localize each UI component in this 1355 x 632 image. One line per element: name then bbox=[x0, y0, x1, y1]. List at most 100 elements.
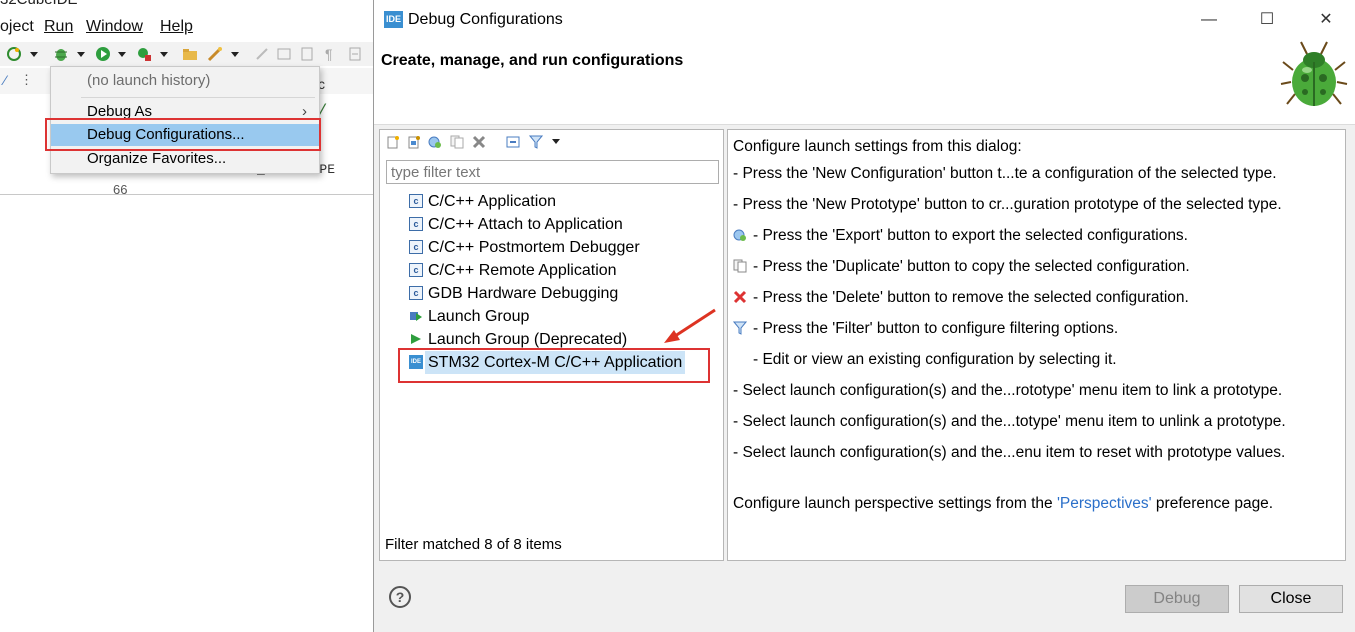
external-tools-dropdown-icon[interactable] bbox=[160, 52, 168, 57]
run-dropdown-icon[interactable] bbox=[118, 52, 126, 57]
close-button[interactable]: Close bbox=[1239, 585, 1343, 613]
refresh-icon[interactable] bbox=[6, 46, 22, 62]
menu-bar: oject Run Window Help bbox=[0, 16, 373, 40]
help-text: - Press the 'Export' button to export th… bbox=[753, 227, 1188, 244]
menu-separator bbox=[81, 97, 315, 98]
tree-item-label: C/C++ Application bbox=[428, 193, 557, 210]
debug-button[interactable]: Debug bbox=[1125, 585, 1229, 613]
help-line: - Edit or view an existing configuration… bbox=[753, 351, 1117, 368]
navigate-icon[interactable] bbox=[347, 46, 363, 62]
menu-item-organize-favorites[interactable]: Organize Favorites... bbox=[51, 148, 319, 170]
collapse-all-icon[interactable] bbox=[506, 135, 520, 149]
link-icon[interactable]: ⁄ bbox=[4, 72, 6, 88]
run-icon[interactable] bbox=[95, 46, 111, 62]
play-icon bbox=[411, 334, 421, 344]
dialog-header: Create, manage, and run configurations bbox=[374, 40, 1355, 125]
tree-item-cpp-application[interactable]: c C/C++ Application bbox=[406, 190, 716, 213]
help-text: Configure launch perspective settings fr… bbox=[733, 495, 1057, 512]
tree-item-label: Launch Group (Deprecated) bbox=[428, 331, 628, 348]
help-line: - Select launch configuration(s) and the… bbox=[733, 444, 1286, 461]
c-file-icon: c bbox=[409, 286, 423, 300]
help-intro: Configure launch settings from this dial… bbox=[733, 138, 1022, 155]
bug-icon[interactable] bbox=[53, 46, 69, 62]
help-line-duplicate: - Press the 'Duplicate' button to copy t… bbox=[733, 258, 1190, 276]
help-pane: Configure launch settings from this dial… bbox=[727, 129, 1346, 561]
help-text: - Press the 'Duplicate' button to copy t… bbox=[753, 258, 1190, 275]
launch-group-icon bbox=[410, 312, 422, 321]
help-text: preference page. bbox=[1151, 495, 1274, 512]
filter-dropdown-icon[interactable] bbox=[552, 139, 560, 144]
tree-item-cpp-postmortem[interactable]: c C/C++ Postmortem Debugger bbox=[406, 236, 716, 259]
help-line: - Select launch configuration(s) and the… bbox=[733, 413, 1286, 430]
configuration-tree-pane: c C/C++ Application c C/C++ Attach to Appl… bbox=[379, 129, 724, 561]
red-arrow-icon bbox=[664, 308, 716, 343]
menu-help-label: Help bbox=[160, 18, 193, 35]
ide-logo-icon: IDE bbox=[384, 11, 403, 28]
tree-item-label: GDB Hardware Debugging bbox=[428, 285, 619, 302]
delete-icon[interactable] bbox=[472, 135, 486, 149]
close-window-icon[interactable]: ✕ bbox=[1311, 8, 1341, 32]
dialog-titlebar: IDE Debug Configurations — ☐ ✕ bbox=[374, 0, 1355, 40]
export-icon[interactable] bbox=[428, 135, 442, 149]
filter-status: Filter matched 8 of 8 items bbox=[385, 536, 562, 553]
c-file-icon: c bbox=[409, 194, 423, 208]
ide-window: 32CubeIDE oject Run Window Help ¶ ⁄ ⋮ c … bbox=[0, 0, 373, 200]
debug-bug-icon bbox=[1280, 41, 1348, 106]
maximize-icon[interactable]: ☐ bbox=[1252, 8, 1282, 32]
debug-configurations-dialog: IDE Debug Configurations — ☐ ✕ Create, m… bbox=[373, 0, 1355, 632]
help-line-filter: - Press the 'Filter' button to configure… bbox=[733, 320, 1118, 338]
pilcrow-icon[interactable]: ¶ bbox=[325, 46, 341, 62]
menu-run[interactable]: Run bbox=[44, 18, 73, 36]
help-text: - Press the 'Filter' button to configure… bbox=[753, 320, 1119, 337]
outline-icon[interactable]: ⋮ bbox=[20, 72, 33, 88]
tree-item-cpp-remote[interactable]: c C/C++ Remote Application bbox=[406, 259, 716, 282]
c-file-icon: c bbox=[409, 240, 423, 254]
menu-help[interactable]: Help bbox=[160, 18, 193, 36]
refresh-dropdown-icon[interactable] bbox=[30, 52, 38, 57]
new-prototype-icon[interactable] bbox=[407, 135, 421, 149]
stm32-item-highlight bbox=[398, 348, 710, 383]
tree-item-gdb-hardware[interactable]: c GDB Hardware Debugging bbox=[406, 282, 716, 305]
help-line: - Select launch configuration(s) and the… bbox=[733, 382, 1283, 399]
external-tools-icon[interactable] bbox=[136, 46, 152, 62]
menu-item-no-launch-history: (no launch history) bbox=[87, 72, 211, 89]
filter-input[interactable] bbox=[386, 160, 719, 184]
minimize-icon[interactable]: — bbox=[1194, 8, 1224, 32]
menu-window-label: Window bbox=[86, 18, 143, 35]
tree-item-label: C/C++ Remote Application bbox=[428, 262, 617, 279]
help-perspectives: Configure launch perspective settings fr… bbox=[733, 495, 1273, 513]
main-toolbar: ¶ bbox=[0, 42, 373, 111]
menu-window[interactable]: Window bbox=[86, 18, 143, 36]
tree-toolbar bbox=[380, 130, 723, 156]
header-title: Create, manage, and run configurations bbox=[381, 52, 684, 69]
tree-item-label: C/C++ Attach to Application bbox=[428, 216, 623, 233]
help-line-export: - Press the 'Export' button to export th… bbox=[733, 227, 1188, 245]
menu-project[interactable]: oject bbox=[0, 18, 34, 36]
tree-item-cpp-attach[interactable]: c C/C++ Attach to Application bbox=[406, 213, 716, 236]
menu-run-label: Run bbox=[44, 18, 74, 35]
dialog-title: Debug Configurations bbox=[408, 11, 563, 28]
tree-item-label: C/C++ Postmortem Debugger bbox=[428, 239, 640, 256]
duplicate-icon bbox=[733, 259, 747, 273]
help-icon[interactable]: ? bbox=[389, 586, 411, 608]
ide-title: 32CubeIDE bbox=[0, 0, 78, 8]
filter-icon[interactable] bbox=[529, 135, 543, 149]
duplicate-icon[interactable] bbox=[450, 135, 464, 149]
wand-dropdown-icon[interactable] bbox=[231, 52, 239, 57]
tree-item-label: Launch Group bbox=[428, 308, 530, 325]
debug-dropdown-icon[interactable] bbox=[77, 52, 85, 57]
wand-icon[interactable] bbox=[207, 46, 223, 62]
block-icon[interactable] bbox=[299, 46, 315, 62]
delete-icon bbox=[733, 290, 747, 304]
pen-icon[interactable] bbox=[254, 46, 270, 62]
new-configuration-icon[interactable] bbox=[386, 135, 400, 149]
open-folder-icon[interactable] bbox=[182, 46, 198, 62]
c-file-icon: c bbox=[409, 217, 423, 231]
c-file-icon: c bbox=[409, 263, 423, 277]
perspectives-link[interactable]: 'Perspectives' bbox=[1057, 495, 1152, 512]
debug-configurations-highlight bbox=[45, 118, 321, 151]
help-line: - Press the 'New Prototype' button to cr… bbox=[733, 196, 1282, 213]
help-line-delete: - Press the 'Delete' button to remove th… bbox=[733, 289, 1189, 307]
export-icon bbox=[733, 229, 746, 241]
sync-icon[interactable] bbox=[276, 46, 292, 62]
